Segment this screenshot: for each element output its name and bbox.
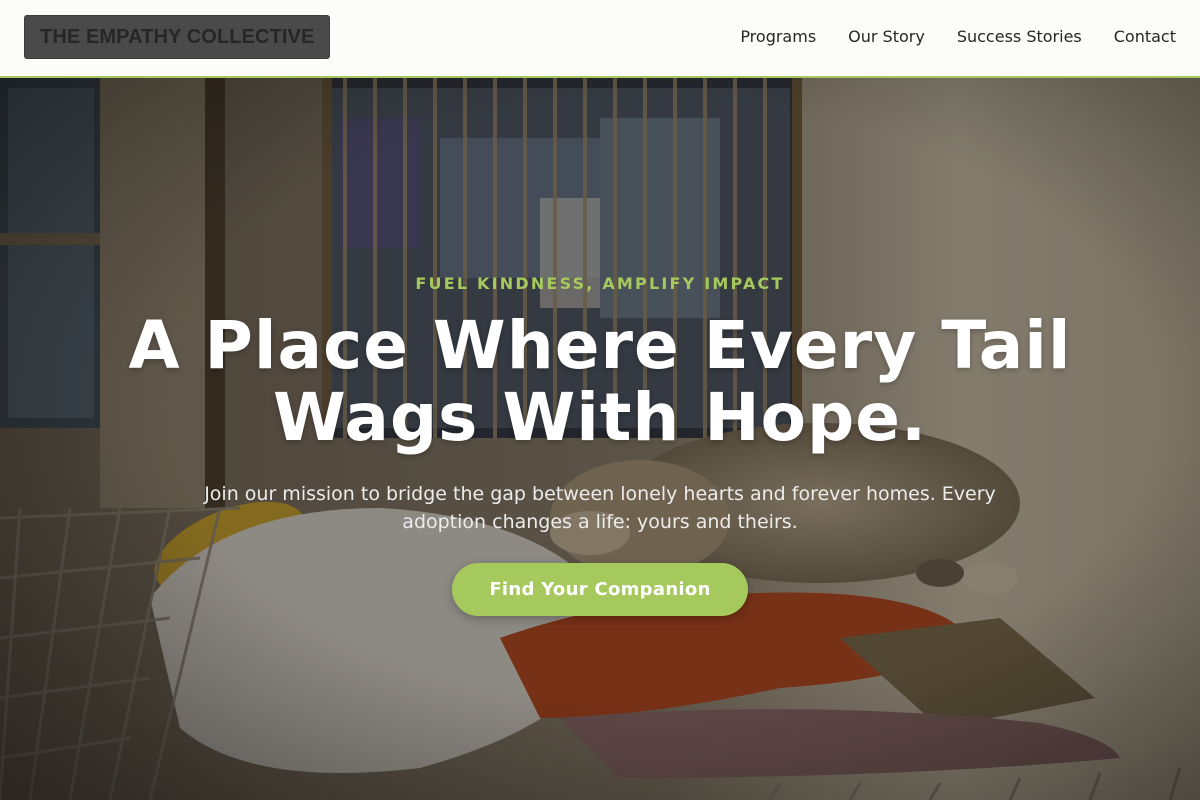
nav-link-contact[interactable]: Contact xyxy=(1114,27,1176,46)
hero-headline: A Place Where Every Tail Wags With Hope. xyxy=(128,307,1072,456)
nav-link-success-stories[interactable]: Success Stories xyxy=(957,27,1082,46)
site-header: THE EMPATHY COLLECTIVE Programs Our Stor… xyxy=(0,0,1200,78)
nav-link-our-story[interactable]: Our Story xyxy=(848,27,925,46)
hero-tagline: FUEL KINDNESS, AMPLIFY IMPACT xyxy=(415,274,785,293)
find-companion-button[interactable]: Find Your Companion xyxy=(452,563,748,616)
nav-link-programs[interactable]: Programs xyxy=(740,27,816,46)
site-logo[interactable]: THE EMPATHY COLLECTIVE xyxy=(24,15,331,59)
hero-content: FUEL KINDNESS, AMPLIFY IMPACT A Place Wh… xyxy=(0,78,1200,800)
hero-section: FUEL KINDNESS, AMPLIFY IMPACT A Place Wh… xyxy=(0,78,1200,800)
hero-subtext: Join our mission to bridge the gap betwe… xyxy=(204,483,996,533)
main-nav: Programs Our Story Success Stories Conta… xyxy=(740,27,1176,46)
